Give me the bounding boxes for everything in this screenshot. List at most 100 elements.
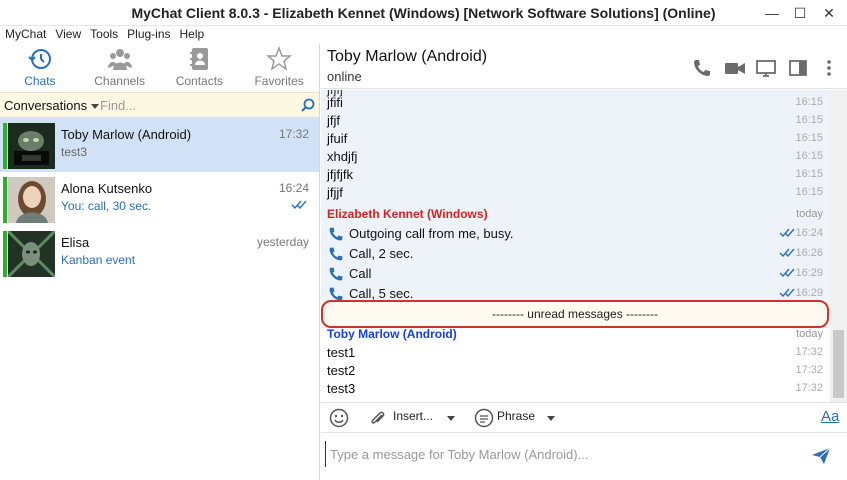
message-row: jfuif 16:15: [321, 130, 830, 148]
avatar: [8, 231, 55, 277]
screen-share-icon[interactable]: [756, 58, 776, 78]
message-time: 16:29: [795, 287, 823, 299]
message-list: jfjfj jfifi 16:15 jfjf 16:15 jfuif 16:15…: [321, 90, 830, 402]
message-text: Call, 5 sec.: [349, 286, 414, 301]
conversation-time: 17:32: [278, 127, 309, 141]
conversation-item[interactable]: Elisa Kanban event yesterday: [0, 226, 319, 280]
search-icon[interactable]: [301, 98, 315, 112]
message-time: 17:32: [795, 364, 823, 376]
message-time: 17:32: [795, 346, 823, 358]
message-time: 17:32: [795, 382, 823, 394]
chat-header: Toby Marlow (Android) online: [321, 44, 847, 89]
title-bar: MyChat Client 8.0.3 - Elizabeth Kennet (…: [0, 0, 847, 26]
read-checkmarks-icon: [291, 200, 307, 210]
message-text: jfjjf: [327, 185, 343, 200]
menu-tools[interactable]: Tools: [85, 26, 122, 42]
composer: [321, 432, 847, 480]
unread-messages-divider: -------- unread messages --------: [321, 300, 829, 328]
tab-channels-label: Channels: [94, 74, 145, 88]
tab-channels[interactable]: Channels: [80, 44, 160, 92]
sender-day: today: [796, 328, 823, 340]
read-checkmarks-icon: [779, 268, 795, 278]
chat-pane: Toby Marlow (Android) online jfjfj jfifi…: [321, 44, 847, 480]
emoji-icon[interactable]: [329, 408, 349, 428]
message-row: test1 17:32: [321, 344, 830, 362]
conversation-item[interactable]: Toby Marlow (Android) test3 17:32: [0, 118, 319, 172]
message-input[interactable]: [325, 441, 795, 467]
message-time: 16:15: [795, 150, 823, 162]
message-time: 16:26: [795, 247, 823, 259]
message-scrollbar[interactable]: [830, 90, 847, 402]
message-row: test2 17:32: [321, 362, 830, 380]
message-time: 16:15: [795, 168, 823, 180]
group-icon: [107, 49, 132, 70]
conversation-name: Alona Kutsenko: [61, 181, 153, 196]
online-indicator: [3, 123, 7, 169]
message-row: jfjfjfk 16:15: [321, 166, 830, 184]
message-text: jfifi: [327, 95, 343, 110]
message-time: 16:15: [795, 114, 823, 126]
chevron-down-icon: [447, 416, 455, 421]
close-button[interactable]: ✕: [819, 3, 839, 23]
menu-help[interactable]: Help: [175, 26, 209, 42]
sender-name: Elizabeth Kennet (Windows): [327, 207, 488, 221]
minimize-button[interactable]: —: [762, 3, 782, 23]
chevron-down-icon: [90, 104, 99, 109]
message-row: jfjf 16:15: [321, 112, 830, 130]
message-sender-row: Elizabeth Kennet (Windows) today: [321, 206, 830, 224]
avatar: [8, 177, 55, 223]
message-row: xhdjfj 16:15: [321, 148, 830, 166]
conversation-list: Toby Marlow (Android) test3 17:32 Alona …: [0, 118, 319, 280]
conversations-dropdown[interactable]: Conversations: [4, 98, 99, 113]
message-text: test2: [327, 363, 356, 378]
message-sender-row: Toby Marlow (Android) today: [321, 326, 830, 344]
message-text: Call, 2 sec.: [349, 246, 414, 261]
paperclip-icon: [371, 411, 385, 424]
scrollbar-thumb[interactable]: [833, 330, 844, 398]
composer-toolbar: Insert... Phrase Aa: [321, 402, 847, 432]
message-text: jfjf: [327, 113, 340, 128]
phone-icon[interactable]: [692, 58, 712, 78]
menu-view[interactable]: View: [50, 26, 85, 42]
phrase-label: Phrase: [497, 409, 536, 423]
message-time: 16:15: [795, 132, 823, 144]
phone-call-icon: [329, 247, 343, 261]
search-input[interactable]: [100, 96, 295, 114]
maximize-button[interactable]: ☐: [790, 3, 810, 23]
avatar: [8, 123, 55, 169]
chat-contact-name: Toby Marlow (Android): [327, 48, 488, 65]
conversation-item[interactable]: Alona Kutsenko You: call, 30 sec. 16:24: [0, 172, 319, 226]
insert-label: Insert...: [393, 409, 434, 423]
tab-chats[interactable]: Chats: [0, 44, 80, 92]
phrase-icon: [474, 408, 494, 428]
chat-contact-status: online: [327, 69, 362, 84]
search-row: Conversations: [0, 92, 319, 118]
conversations-dropdown-label: Conversations: [4, 98, 88, 113]
conversation-name: Toby Marlow (Android): [61, 127, 192, 142]
message-row: Call 16:29: [321, 265, 830, 283]
message-time: 16:15: [795, 96, 823, 108]
message-time: 16:29: [795, 267, 823, 279]
menu-plugins[interactable]: Plug-ins: [122, 26, 174, 42]
phone-call-icon: [329, 227, 343, 241]
left-pane: Chats Channels Contacts Favorites Conver…: [0, 44, 320, 480]
message-row: Outgoing call from me, busy. 16:24: [321, 225, 830, 243]
sender-name: Toby Marlow (Android): [327, 327, 457, 341]
star-icon: [266, 46, 293, 71]
chevron-down-icon: [547, 416, 555, 421]
message-text: jfuif: [327, 131, 348, 146]
conversation-last-message: test3: [61, 145, 88, 159]
panel-toggle-icon[interactable]: [788, 58, 808, 78]
tab-contacts[interactable]: Contacts: [160, 44, 240, 92]
more-options-icon[interactable]: [821, 58, 837, 78]
font-settings-button[interactable]: Aa: [821, 408, 839, 425]
tab-favorites[interactable]: Favorites: [239, 44, 319, 92]
send-icon[interactable]: [811, 447, 831, 465]
tab-chats-label: Chats: [24, 74, 56, 88]
menu-mychat[interactable]: MyChat: [0, 26, 50, 42]
read-checkmarks-icon: [779, 288, 795, 298]
video-call-icon[interactable]: [724, 58, 746, 78]
window-title: MyChat Client 8.0.3 - Elizabeth Kennet (…: [131, 5, 716, 21]
conversation-time: yesterday: [256, 235, 309, 249]
nav-tabs: Chats Channels Contacts Favorites: [0, 44, 319, 92]
